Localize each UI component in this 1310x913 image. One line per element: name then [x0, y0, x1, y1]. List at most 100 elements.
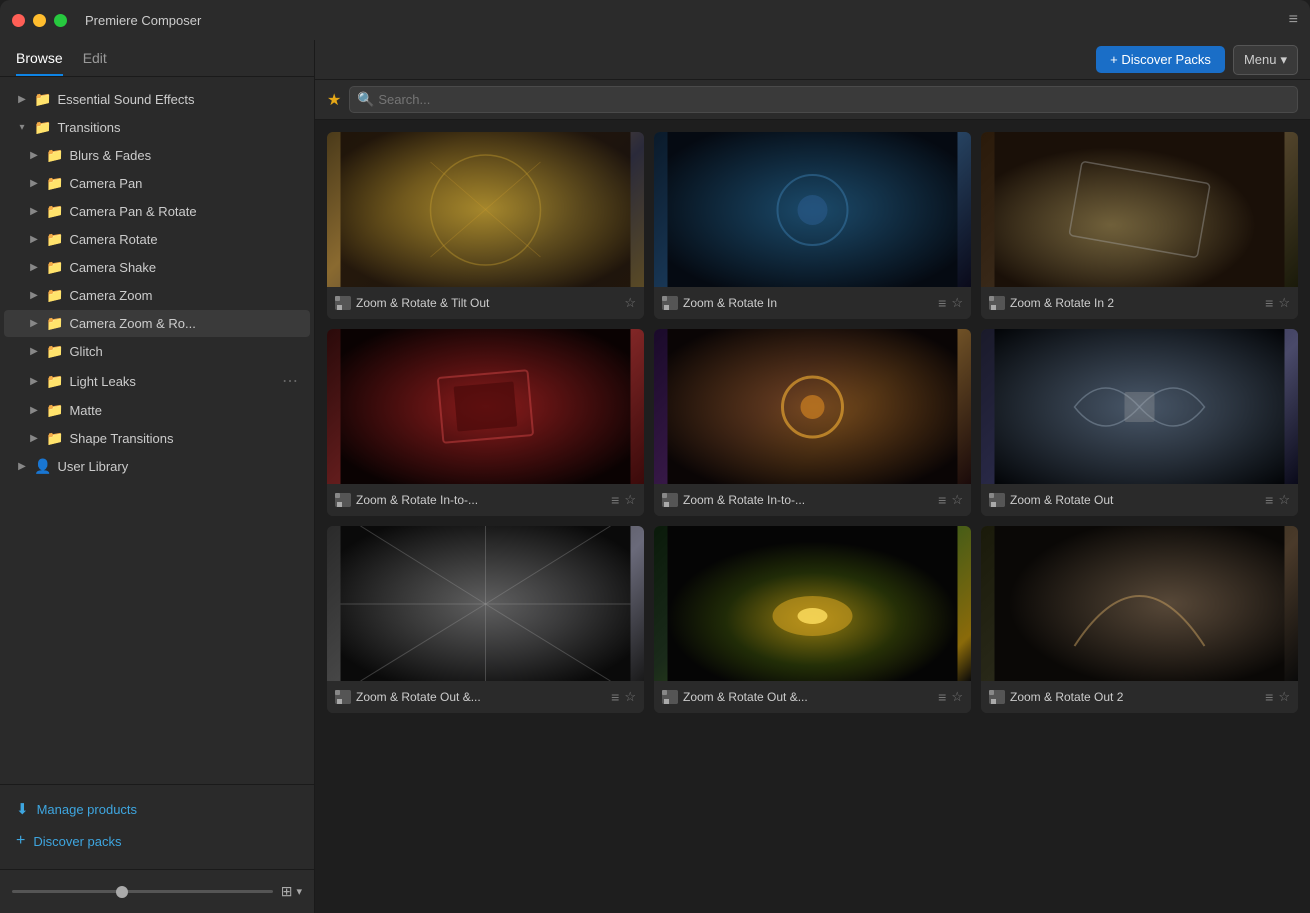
menu-button[interactable]: Menu ▾	[1233, 45, 1298, 75]
more-options-icon[interactable]: ≡	[938, 492, 946, 508]
zoom-slider[interactable]	[12, 890, 273, 893]
grid-item-label: Zoom & Rotate & Tilt Out	[356, 296, 619, 310]
sidebar-item-camera-shake[interactable]: ▶ 📁 Camera Shake	[4, 254, 310, 281]
sidebar-item-user-library[interactable]: ▶ 👤 User Library	[4, 453, 310, 480]
grid-item[interactable]: Zoom & Rotate Out 2 ≡ ☆	[981, 526, 1298, 713]
tab-browse[interactable]: Browse	[16, 50, 63, 76]
titlebar: Premiere Composer ≡	[0, 0, 1310, 40]
sidebar-item-label: Light Leaks	[69, 374, 276, 389]
sidebar-item-label: Camera Zoom	[69, 288, 298, 303]
minimize-button[interactable]	[33, 14, 46, 27]
more-options-icon[interactable]: ≡	[611, 492, 619, 508]
star-icon[interactable]: ☆	[624, 295, 636, 311]
main-content: + Discover Packs Menu ▾ ★ 🔍	[315, 40, 1310, 913]
grid-item-label: Zoom & Rotate Out 2	[1010, 690, 1260, 704]
chevron-right-icon: ▶	[28, 376, 40, 387]
clip-svg	[335, 296, 351, 310]
plus-icon: +	[16, 832, 25, 850]
thumbnail-svg	[654, 132, 971, 287]
folder-icon: 📁	[34, 91, 51, 108]
grid-thumbnail	[654, 329, 971, 484]
grid-thumbnail	[981, 329, 1298, 484]
manage-products-button[interactable]: ⬇ Manage products	[0, 793, 314, 825]
sidebar-item-camera-pan[interactable]: ▶ 📁 Camera Pan	[4, 170, 310, 197]
thumbnail-svg	[327, 526, 644, 681]
grid-item[interactable]: Zoom & Rotate & Tilt Out ☆	[327, 132, 644, 319]
grid-item[interactable]: Zoom & Rotate In-to-... ≡ ☆	[327, 329, 644, 516]
clip-svg	[335, 493, 351, 507]
grid-item-label: Zoom & Rotate Out	[1010, 493, 1260, 507]
clip-icon	[662, 493, 678, 507]
search-input[interactable]	[349, 86, 1298, 113]
thumbnail-svg	[327, 329, 644, 484]
star-icon[interactable]: ☆	[1278, 689, 1290, 705]
discover-packs-sidebar-button[interactable]: + Discover packs	[0, 825, 314, 857]
chevron-right-icon: ▶	[28, 150, 40, 161]
view-toggle[interactable]: ⊞ ▾	[281, 883, 302, 900]
star-icon[interactable]: ☆	[1278, 295, 1290, 311]
thumbnail-svg	[327, 132, 644, 287]
chevron-right-icon: ▶	[28, 290, 40, 301]
star-icon[interactable]: ☆	[951, 492, 963, 508]
sidebar-item-essential-sound-effects[interactable]: ▶ 📁 Essential Sound Effects	[4, 86, 310, 113]
grid-view-icon: ⊞	[281, 883, 293, 900]
sidebar-item-light-leaks[interactable]: ▶ 📁 Light Leaks ⋯	[4, 366, 310, 396]
grid-item-footer: Zoom & Rotate In-to-... ≡ ☆	[327, 484, 644, 516]
star-icon[interactable]: ☆	[624, 689, 636, 705]
star-icon[interactable]: ☆	[1278, 492, 1290, 508]
sidebar-item-camera-zoom[interactable]: ▶ 📁 Camera Zoom	[4, 282, 310, 309]
sidebar-item-shape-transitions[interactable]: ▶ 📁 Shape Transitions	[4, 425, 310, 452]
sidebar-item-matte[interactable]: ▶ 📁 Matte	[4, 397, 310, 424]
sidebar-item-label: Transitions	[57, 120, 298, 135]
chevron-right-icon: ▶	[28, 234, 40, 245]
clip-svg	[335, 690, 351, 704]
discover-packs-button[interactable]: + Discover Packs	[1096, 46, 1225, 73]
sidebar-item-glitch[interactable]: ▶ 📁 Glitch	[4, 338, 310, 365]
more-options-icon[interactable]: ≡	[1265, 689, 1273, 705]
folder-icon: 📁	[46, 231, 63, 248]
star-icon[interactable]: ☆	[624, 492, 636, 508]
sidebar-item-transitions[interactable]: ▾ 📁 Transitions	[4, 114, 310, 141]
thumbnail-svg	[981, 329, 1298, 484]
clip-svg	[662, 493, 678, 507]
more-options-icon[interactable]: ≡	[938, 295, 946, 311]
manage-products-label: Manage products	[37, 802, 137, 817]
grid-item[interactable]: Zoom & Rotate In ≡ ☆	[654, 132, 971, 319]
chevron-right-icon: ▶	[16, 461, 28, 472]
sidebar-item-blurs-fades[interactable]: ▶ 📁 Blurs & Fades	[4, 142, 310, 169]
tab-edit[interactable]: Edit	[83, 50, 107, 76]
grid-thumbnail	[327, 526, 644, 681]
sidebar-item-label: Camera Zoom & Ro...	[69, 316, 298, 331]
more-options-icon[interactable]: ≡	[1265, 295, 1273, 311]
zoom-handle[interactable]	[116, 886, 128, 898]
grid-item[interactable]: Zoom & Rotate Out &... ≡ ☆	[654, 526, 971, 713]
sidebar-item-label: Shape Transitions	[69, 431, 298, 446]
folder-icon: 📁	[46, 343, 63, 360]
grid-item[interactable]: Zoom & Rotate Out ≡ ☆	[981, 329, 1298, 516]
clip-svg	[989, 690, 1005, 704]
chevron-right-icon: ▶	[28, 318, 40, 329]
folder-icon: 📁	[34, 119, 51, 136]
star-filter-icon[interactable]: ★	[327, 90, 341, 110]
star-icon[interactable]: ☆	[951, 689, 963, 705]
more-options-icon[interactable]: ≡	[1265, 492, 1273, 508]
star-icon[interactable]: ☆	[951, 295, 963, 311]
titlebar-menu-icon[interactable]: ≡	[1289, 11, 1298, 29]
more-options-icon[interactable]: ≡	[938, 689, 946, 705]
close-button[interactable]	[12, 14, 25, 27]
grid-item-footer: Zoom & Rotate In ≡ ☆	[654, 287, 971, 319]
sidebar-item-camera-rotate[interactable]: ▶ 📁 Camera Rotate	[4, 226, 310, 253]
grid-item[interactable]: Zoom & Rotate Out &... ≡ ☆	[327, 526, 644, 713]
thumbnail-svg	[981, 132, 1298, 287]
chevron-right-icon: ▶	[28, 405, 40, 416]
sidebar-item-camera-zoom-ro[interactable]: ▶ 📁 Camera Zoom & Ro...	[4, 310, 310, 337]
grid-thumbnail	[981, 526, 1298, 681]
folder-icon: 📁	[46, 373, 63, 390]
more-options-icon[interactable]: ≡	[611, 689, 619, 705]
more-options-icon[interactable]: ⋯	[282, 371, 298, 391]
maximize-button[interactable]	[54, 14, 67, 27]
sidebar-item-camera-pan-rotate[interactable]: ▶ 📁 Camera Pan & Rotate	[4, 198, 310, 225]
grid-item[interactable]: Zoom & Rotate In-to-... ≡ ☆	[654, 329, 971, 516]
grid-container: Zoom & Rotate & Tilt Out ☆	[315, 120, 1310, 913]
grid-item[interactable]: Zoom & Rotate In 2 ≡ ☆	[981, 132, 1298, 319]
